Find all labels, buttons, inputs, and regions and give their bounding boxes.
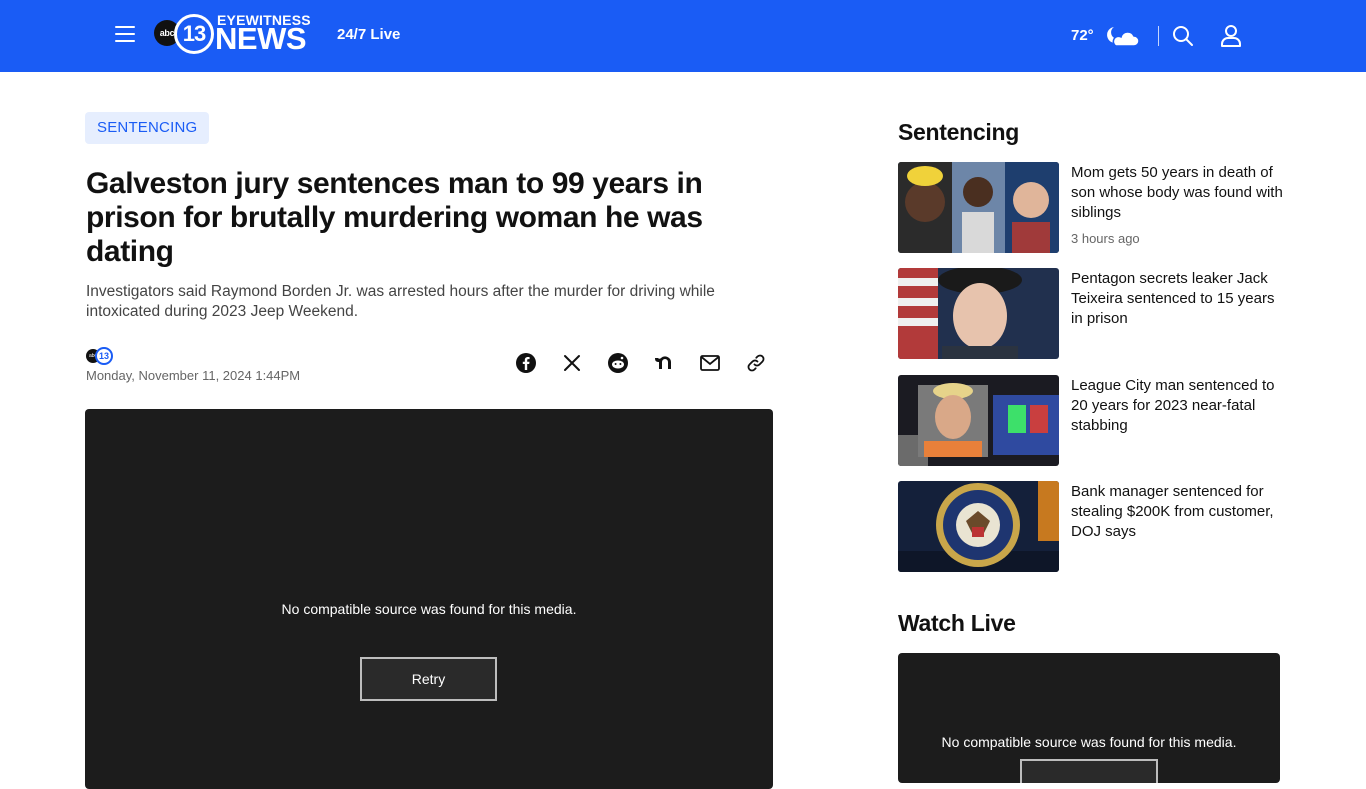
player-error-message: No compatible source was found for this … bbox=[941, 734, 1237, 750]
header-divider bbox=[1158, 26, 1159, 46]
link-icon[interactable] bbox=[745, 352, 767, 374]
temperature-readout[interactable]: 72° bbox=[1071, 27, 1094, 44]
retry-button[interactable] bbox=[1020, 759, 1158, 783]
email-icon[interactable] bbox=[699, 352, 721, 374]
sidebar-section-title: Sentencing bbox=[898, 119, 1019, 145]
top-nav-bar: abc 13 EYEWITNESS NEWS 24/7 Live 72° bbox=[0, 0, 1366, 72]
sidebar-story[interactable]: Pentagon secrets leaker Jack Teixeira se… bbox=[898, 268, 1282, 359]
retry-button[interactable]: Retry bbox=[360, 657, 497, 701]
brand-news-text: NEWS bbox=[215, 21, 307, 56]
watch-live-title: Watch Live bbox=[898, 610, 1016, 636]
story-timestamp: 3 hours ago bbox=[1071, 231, 1140, 246]
channel-13-badge: 13 bbox=[174, 14, 214, 54]
story-title[interactable]: League City man sentenced to 20 years fo… bbox=[1071, 376, 1283, 436]
story-thumbnail[interactable] bbox=[898, 162, 1059, 253]
x-icon[interactable] bbox=[561, 352, 583, 374]
publish-date: Monday, November 11, 2024 1:44PM bbox=[86, 368, 301, 383]
reddit-icon[interactable] bbox=[607, 352, 629, 374]
user-account-icon[interactable] bbox=[1220, 24, 1242, 48]
article-headline: Galveston jury sentences man to 99 years… bbox=[86, 167, 703, 268]
sidebar-story[interactable]: Bank manager sentenced for stealing $200… bbox=[898, 481, 1282, 572]
live-video-player[interactable]: No compatible source was found for this … bbox=[898, 653, 1280, 783]
menu-icon[interactable] bbox=[115, 26, 135, 44]
story-thumbnail[interactable] bbox=[898, 375, 1059, 466]
nextdoor-icon[interactable] bbox=[653, 352, 675, 374]
sidebar-story[interactable]: League City man sentenced to 20 years fo… bbox=[898, 375, 1282, 466]
story-title[interactable]: Bank manager sentenced for stealing $200… bbox=[1071, 482, 1283, 542]
live-stream-link[interactable]: 24/7 Live bbox=[337, 26, 400, 43]
facebook-icon[interactable] bbox=[515, 352, 537, 374]
category-tag[interactable]: SENTENCING bbox=[85, 112, 210, 144]
partly-cloudy-night-icon[interactable] bbox=[1104, 24, 1140, 50]
source-logo: abc 13 bbox=[86, 346, 114, 366]
sidebar-story[interactable]: Mom gets 50 years in death of son whose … bbox=[898, 162, 1283, 253]
story-title[interactable]: Pentagon secrets leaker Jack Teixeira se… bbox=[1071, 269, 1283, 329]
story-thumbnail[interactable] bbox=[898, 268, 1059, 359]
video-player[interactable]: No compatible source was found for this … bbox=[85, 409, 773, 789]
search-icon[interactable] bbox=[1172, 25, 1194, 47]
story-thumbnail[interactable] bbox=[898, 481, 1059, 572]
player-error-message: No compatible source was found for this … bbox=[281, 601, 577, 617]
story-title[interactable]: Mom gets 50 years in death of son whose … bbox=[1071, 163, 1283, 223]
site-logo[interactable]: abc 13 EYEWITNESS NEWS bbox=[154, 12, 324, 56]
article-summary: Investigators said Raymond Borden Jr. wa… bbox=[86, 283, 715, 320]
